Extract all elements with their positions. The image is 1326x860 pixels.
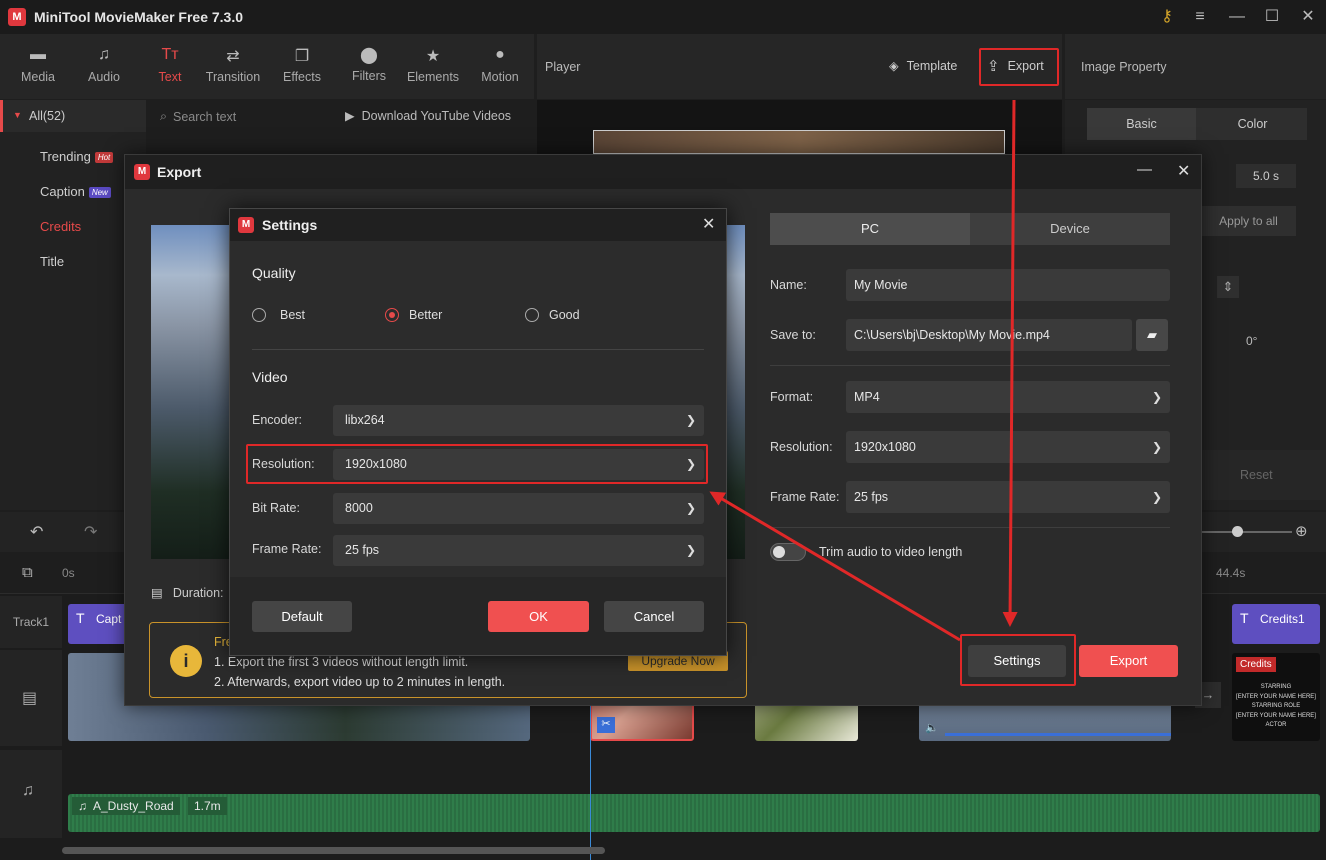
arrow-export-to-settings — [1002, 99, 1018, 627]
annotation-arrows — [709, 99, 1018, 642]
arrow-settings-to-resolution — [709, 491, 961, 642]
